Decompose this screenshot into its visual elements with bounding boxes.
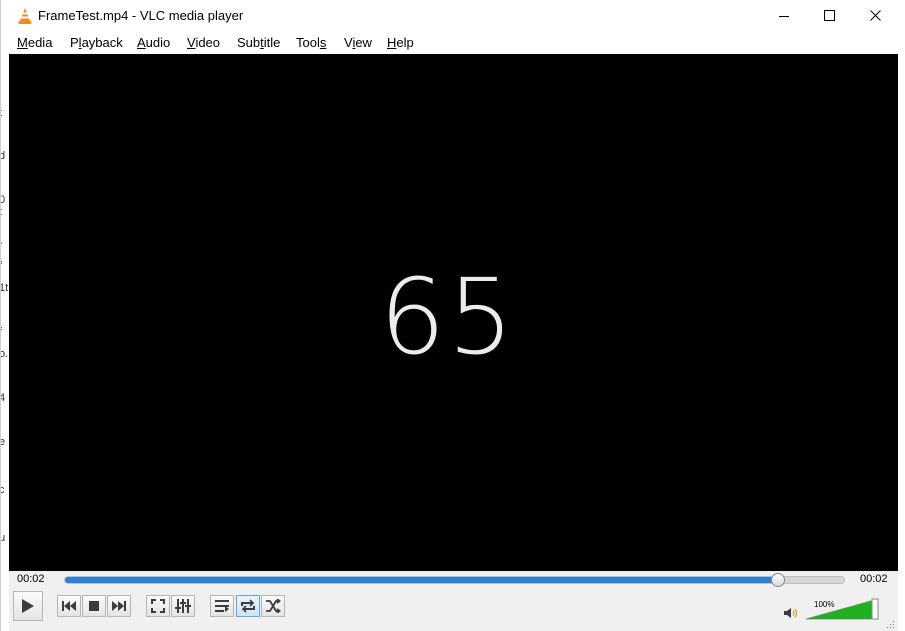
menu-view[interactable]: View <box>344 35 372 50</box>
video-display[interactable]: 65 <box>9 54 898 571</box>
resize-grip-icon[interactable] <box>885 619 895 629</box>
stop-button[interactable] <box>82 595 106 617</box>
controls-panel: 00:02 00:02 100% <box>9 571 898 631</box>
playlist-button[interactable] <box>210 595 234 617</box>
play-icon <box>22 599 34 613</box>
total-time[interactable]: 00:02 <box>860 573 888 585</box>
menu-view-mnemonic: i <box>352 35 356 50</box>
minimize-icon <box>779 15 789 17</box>
menu-playback[interactable]: Playback <box>70 35 123 50</box>
menu-bar: Media Playback Audio Video Subtitle Tool… <box>1 32 905 54</box>
random-icon <box>266 599 281 613</box>
seek-handle[interactable] <box>770 573 785 587</box>
fullscreen-button[interactable] <box>146 595 170 617</box>
next-icon <box>112 601 126 611</box>
close-button[interactable] <box>852 0 898 31</box>
loop-button[interactable] <box>236 595 260 617</box>
menu-media-mnemonic: M <box>17 35 28 50</box>
menu-audio[interactable]: Audio <box>137 35 170 50</box>
extended-settings-icon <box>175 599 191 613</box>
volume-handle[interactable] <box>871 598 879 620</box>
menu-audio-mnemonic: A <box>137 35 146 50</box>
loop-icon <box>241 599 255 613</box>
maximize-icon <box>823 10 835 21</box>
previous-icon <box>62 601 76 611</box>
frame-number-text: 65 <box>379 255 516 378</box>
stop-icon <box>89 601 99 611</box>
minimize-button[interactable] <box>761 0 807 31</box>
extended-settings-button[interactable] <box>171 595 195 617</box>
title-bar[interactable]: FrameTest.mp4 - VLC media player <box>1 0 905 32</box>
menu-video-mnemonic: V <box>187 35 196 50</box>
playlist-icon <box>215 600 229 612</box>
menu-help-mnemonic: H <box>387 35 397 50</box>
menu-media[interactable]: Media <box>17 35 52 50</box>
menu-playback-mnemonic: l <box>78 35 82 50</box>
window-title: FrameTest.mp4 - VLC media player <box>38 8 244 23</box>
close-icon <box>869 10 881 21</box>
video-frame-content: 65 <box>9 54 898 571</box>
menu-tools[interactable]: Tools <box>296 35 326 50</box>
menu-help[interactable]: Help <box>387 35 414 50</box>
volume-percent-label: 100% <box>814 600 835 609</box>
vlc-window: FrameTest.mp4 - VLC media player Media P… <box>0 0 905 631</box>
maximize-button[interactable] <box>806 0 852 31</box>
seek-progress-fill <box>65 577 778 583</box>
play-button[interactable] <box>13 591 43 621</box>
menu-tools-mnemonic: s <box>319 35 327 50</box>
previous-button[interactable] <box>57 595 81 617</box>
next-button[interactable] <box>107 595 131 617</box>
menu-subtitle[interactable]: Subtitle <box>237 35 280 50</box>
elapsed-time[interactable]: 00:02 <box>17 573 45 585</box>
vlc-cone-icon <box>18 8 32 24</box>
random-button[interactable] <box>261 595 285 617</box>
fullscreen-icon <box>151 599 165 613</box>
seek-slider[interactable] <box>64 573 845 587</box>
speaker-icon[interactable] <box>783 606 799 620</box>
menu-video[interactable]: Video <box>187 35 220 50</box>
menu-subtitle-mnemonic: t <box>260 35 264 50</box>
window-right-border <box>898 54 905 571</box>
